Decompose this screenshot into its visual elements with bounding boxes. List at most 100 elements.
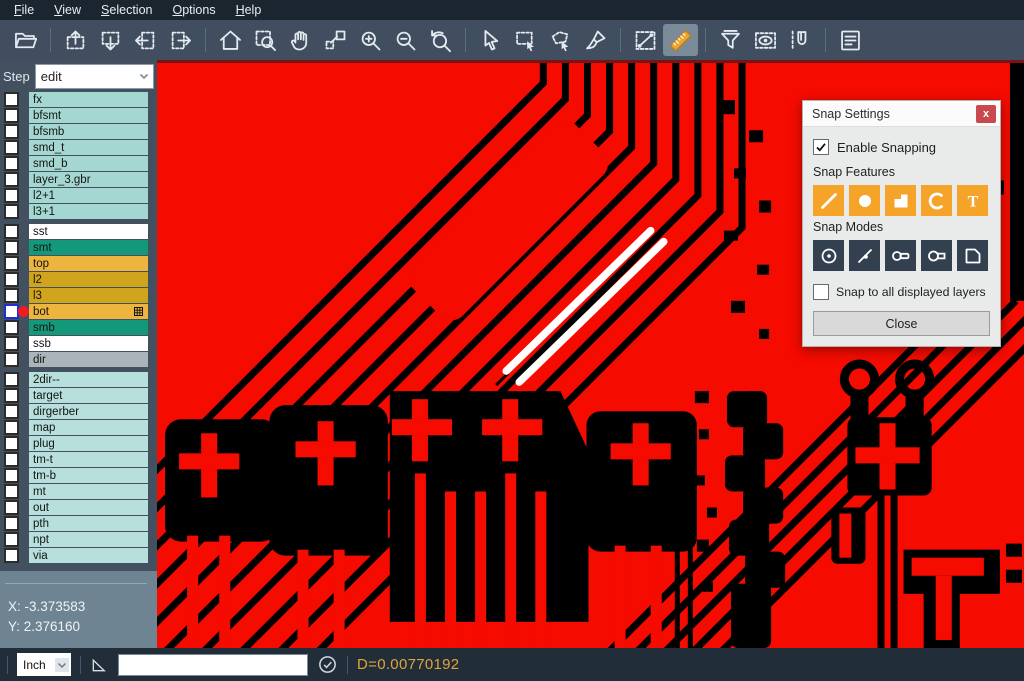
layer-row-mt[interactable]: mt xyxy=(0,484,157,499)
tool-ruler-button[interactable] xyxy=(663,24,698,56)
layer-visibility-checkbox[interactable] xyxy=(4,256,19,271)
layer-label[interactable]: l2+1 xyxy=(29,188,148,203)
tool-zoom-previous-button[interactable] xyxy=(423,24,458,56)
tool-export-top-button[interactable] xyxy=(58,24,93,56)
layer-label[interactable]: fx xyxy=(29,92,148,107)
unit-dropdown[interactable]: Inch xyxy=(17,653,71,676)
menu-options[interactable]: Options xyxy=(162,1,225,19)
tool-pan-hand-button[interactable] xyxy=(283,24,318,56)
menu-help[interactable]: Help xyxy=(226,1,272,19)
enable-snapping-checkbox[interactable]: Enable Snapping xyxy=(813,139,990,155)
layer-row-l3+1[interactable]: l3+1 xyxy=(0,204,157,219)
tool-snap-magnet-button[interactable] xyxy=(783,24,818,56)
layer-row-bfsmt[interactable]: bfsmt xyxy=(0,108,157,123)
dialog-titlebar[interactable]: Snap Settings x xyxy=(803,101,1000,127)
snap-mode-polygon-button[interactable] xyxy=(957,240,988,271)
layer-row-dirgerber[interactable]: dirgerber xyxy=(0,404,157,419)
layer-visibility-checkbox[interactable] xyxy=(4,172,19,187)
layer-row-fx[interactable]: fx xyxy=(0,92,157,107)
tool-import-bottom-button[interactable] xyxy=(93,24,128,56)
layer-label[interactable]: map xyxy=(29,420,148,435)
layer-row-plug[interactable]: plug xyxy=(0,436,157,451)
layer-visibility-checkbox[interactable] xyxy=(4,124,19,139)
menu-file[interactable]: File xyxy=(4,1,44,19)
layer-row-tm-t[interactable]: tm-t xyxy=(0,452,157,467)
snap-feature-line-button[interactable] xyxy=(813,185,844,216)
tool-home-button[interactable] xyxy=(213,24,248,56)
snap-feature-surface-button[interactable] xyxy=(885,185,916,216)
layer-label[interactable]: l2 xyxy=(29,272,148,287)
snap-feature-circle-button[interactable] xyxy=(849,185,880,216)
coordinate-input[interactable] xyxy=(118,654,308,676)
layer-label[interactable]: out xyxy=(29,500,148,515)
close-button[interactable]: Close xyxy=(813,311,990,336)
layer-row-sst[interactable]: sst xyxy=(0,224,157,239)
layer-row-bot[interactable]: bot xyxy=(0,304,157,319)
menu-selection[interactable]: Selection xyxy=(91,1,162,19)
checkbox-icon[interactable] xyxy=(813,284,829,300)
layer-label[interactable]: bot xyxy=(29,304,148,319)
layer-row-target[interactable]: target xyxy=(0,388,157,403)
layer-visibility-checkbox[interactable] xyxy=(4,452,19,467)
tool-select-cursor-button[interactable] xyxy=(473,24,508,56)
step-dropdown[interactable]: edit xyxy=(35,64,154,89)
tool-zoom-out-button[interactable] xyxy=(388,24,423,56)
tool-view-eye-button[interactable] xyxy=(748,24,783,56)
layer-visibility-checkbox[interactable] xyxy=(4,372,19,387)
tool-zoom-window-button[interactable] xyxy=(248,24,283,56)
layer-visibility-checkbox[interactable] xyxy=(4,204,19,219)
layer-row-l2[interactable]: l2 xyxy=(0,272,157,287)
layer-row-out[interactable]: out xyxy=(0,500,157,515)
tool-select-polygon-button[interactable] xyxy=(543,24,578,56)
tool-open-folder-button[interactable] xyxy=(8,24,43,56)
layer-label[interactable]: dirgerber xyxy=(29,404,148,419)
layer-visibility-checkbox[interactable] xyxy=(4,436,19,451)
tool-paint-brush-button[interactable] xyxy=(578,24,613,56)
layer-label[interactable]: smd_t xyxy=(29,140,148,155)
angle-corner-icon[interactable] xyxy=(90,655,109,674)
layer-label[interactable]: top xyxy=(29,256,148,271)
layer-row-npt[interactable]: npt xyxy=(0,532,157,547)
tool-transform-button[interactable] xyxy=(318,24,353,56)
layer-visibility-checkbox[interactable] xyxy=(4,188,19,203)
layer-label[interactable]: l3 xyxy=(29,288,148,303)
layer-row-smb[interactable]: smb xyxy=(0,320,157,335)
layer-visibility-checkbox[interactable] xyxy=(4,140,19,155)
layer-visibility-checkbox[interactable] xyxy=(4,224,19,239)
layer-label[interactable]: 2dir-- xyxy=(29,372,148,387)
snap-feature-text-button[interactable]: T xyxy=(957,185,988,216)
tool-zoom-in-button[interactable] xyxy=(353,24,388,56)
snap-mode-slot-horizontal-button[interactable] xyxy=(885,240,916,271)
layer-label[interactable]: l3+1 xyxy=(29,204,148,219)
layer-visibility-checkbox[interactable] xyxy=(4,548,19,563)
layer-visibility-checkbox[interactable] xyxy=(4,352,19,367)
layer-row-pth[interactable]: pth xyxy=(0,516,157,531)
layer-row-l2+1[interactable]: l2+1 xyxy=(0,188,157,203)
layer-label[interactable]: pth xyxy=(29,516,148,531)
layer-label[interactable]: sst xyxy=(29,224,148,239)
apply-check-icon[interactable] xyxy=(317,654,338,675)
tool-measure-button[interactable] xyxy=(628,24,663,56)
layer-row-map[interactable]: map xyxy=(0,420,157,435)
tool-shift-left-button[interactable] xyxy=(128,24,163,56)
layer-row-via[interactable]: via xyxy=(0,548,157,563)
tool-select-rectangle-button[interactable] xyxy=(508,24,543,56)
layer-label[interactable]: target xyxy=(29,388,148,403)
menu-view[interactable]: View xyxy=(44,1,91,19)
tool-shift-right-button[interactable] xyxy=(163,24,198,56)
layer-row-top[interactable]: top xyxy=(0,256,157,271)
layer-label[interactable]: dir xyxy=(29,352,148,367)
snap-mode-slot-button[interactable] xyxy=(921,240,952,271)
layer-label[interactable]: smd_b xyxy=(29,156,148,171)
layer-label[interactable]: tm-t xyxy=(29,452,148,467)
snap-mode-center-button[interactable] xyxy=(813,240,844,271)
layer-visibility-checkbox[interactable] xyxy=(4,240,19,255)
layer-visibility-checkbox[interactable] xyxy=(4,516,19,531)
layer-visibility-checkbox[interactable] xyxy=(4,92,19,107)
layer-label[interactable]: npt xyxy=(29,532,148,547)
layer-visibility-checkbox[interactable] xyxy=(4,304,19,319)
layer-row-ssb[interactable]: ssb xyxy=(0,336,157,351)
layer-row-smd_b[interactable]: smd_b xyxy=(0,156,157,171)
layer-visibility-checkbox[interactable] xyxy=(4,108,19,123)
layer-visibility-checkbox[interactable] xyxy=(4,272,19,287)
